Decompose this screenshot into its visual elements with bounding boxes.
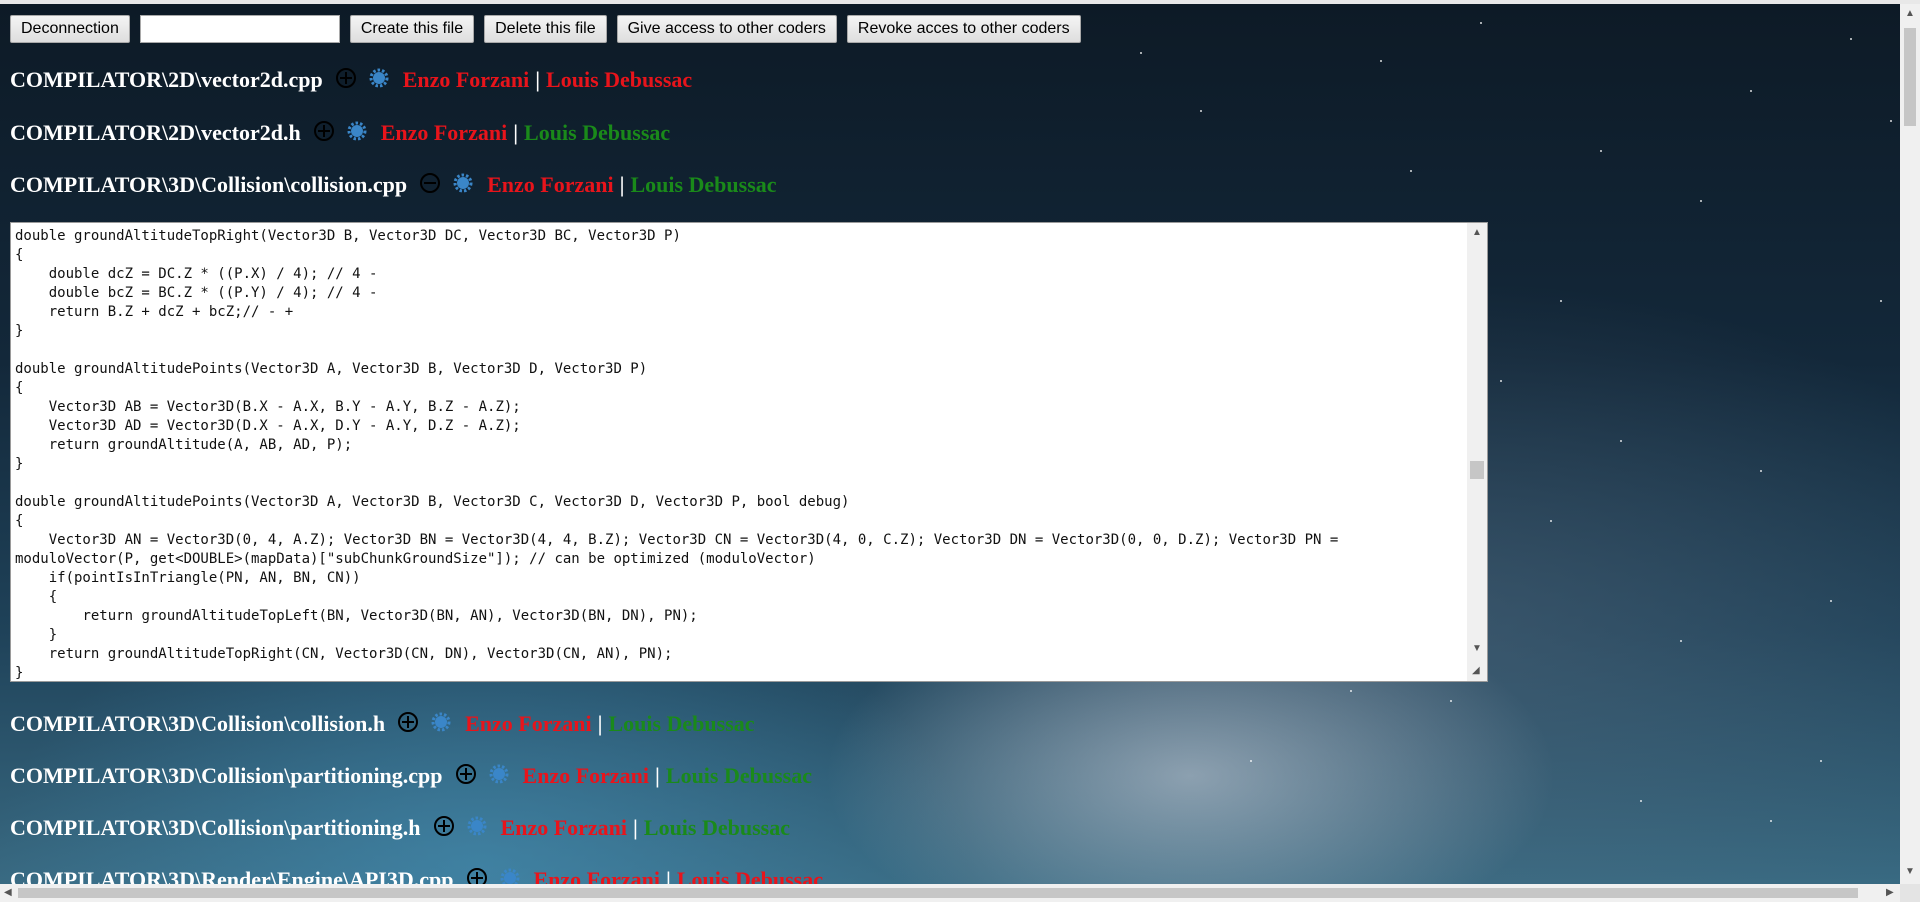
star	[1620, 440, 1622, 442]
file-path[interactable]: COMPILATOR\2D\vector2d.cpp	[10, 67, 323, 93]
star	[1680, 640, 1682, 642]
page-vertical-scrollbar[interactable]: ▲ ▼	[1900, 4, 1920, 884]
give-access-button[interactable]: Give access to other coders	[616, 15, 837, 43]
delete-file-button[interactable]: Delete this file	[484, 15, 607, 43]
editor-scroll-thumb[interactable]	[1470, 461, 1484, 479]
star	[1850, 38, 1852, 40]
star	[1410, 170, 1412, 172]
coder-name[interactable]: Enzo Forzani	[381, 120, 508, 145]
toolbar: Deconnection Create this file Delete thi…	[10, 14, 1091, 44]
collapse-icon[interactable]	[419, 172, 441, 199]
star	[1880, 300, 1882, 302]
file-row: COMPILATOR\2D\vector2d.h Enzo Forzani | Lo…	[10, 118, 670, 148]
star	[1640, 800, 1642, 802]
separator: |	[597, 711, 603, 736]
star	[1250, 760, 1252, 762]
coders-list: Enzo Forzani | Louis Debussac	[523, 763, 812, 789]
coder-name[interactable]: Enzo Forzani	[465, 711, 592, 736]
star	[1830, 600, 1832, 602]
file-path[interactable]: COMPILATOR\3D\Collision\collision.cpp	[10, 172, 407, 198]
star	[1560, 300, 1562, 302]
page-scroll-left-icon[interactable]: ◀	[4, 887, 12, 898]
file-row: COMPILATOR\2D\vector2d.cpp Enzo Forzani |…	[10, 65, 692, 95]
star	[1380, 60, 1382, 62]
coder-name[interactable]: Louis Debussac	[666, 763, 812, 788]
expand-icon[interactable]	[335, 67, 357, 94]
file-path[interactable]: COMPILATOR\3D\Collision\partitioning.cpp	[10, 763, 443, 789]
page-hscroll-thumb[interactable]	[18, 888, 1858, 898]
expand-icon[interactable]	[397, 711, 419, 738]
coder-name[interactable]: Louis Debussac	[524, 120, 670, 145]
settings-gear-icon[interactable]	[369, 68, 389, 93]
file-row: COMPILATOR\3D\Collision\collision.h Enzo…	[10, 709, 755, 739]
page-scroll-down-icon[interactable]: ▼	[1905, 866, 1915, 877]
settings-gear-icon[interactable]	[489, 764, 509, 789]
resize-grip-icon[interactable]: ◢	[1472, 665, 1480, 676]
star	[1600, 150, 1602, 152]
scrollbar-corner	[1900, 884, 1920, 902]
file-row: COMPILATOR\3D\Collision\collision.cpp En…	[10, 170, 777, 200]
star	[1200, 110, 1202, 112]
file-row: COMPILATOR\3D\Collision\partitioning.h E…	[10, 813, 790, 843]
coders-list: Enzo Forzani | Louis Debussac	[381, 120, 670, 146]
star	[1500, 380, 1502, 382]
star	[1760, 470, 1762, 472]
star	[1770, 820, 1772, 822]
separator: |	[619, 172, 625, 197]
star	[1700, 200, 1702, 202]
file-path[interactable]: COMPILATOR\3D\Collision\partitioning.h	[10, 815, 421, 841]
coder-name[interactable]: Enzo Forzani	[523, 763, 650, 788]
scroll-down-arrow-icon[interactable]: ▼	[1472, 643, 1482, 654]
star	[1480, 22, 1482, 24]
settings-gear-icon[interactable]	[347, 121, 367, 146]
separator: |	[633, 815, 638, 840]
file-path[interactable]: COMPILATOR\3D\Collision\collision.h	[10, 711, 385, 737]
file-path[interactable]: COMPILATOR\2D\vector2d.h	[10, 120, 301, 146]
coder-name[interactable]: Enzo Forzani	[501, 815, 628, 840]
file-row: COMPILATOR\3D\Collision\partitioning.cpp…	[10, 761, 812, 791]
coder-name[interactable]: Louis Debussac	[546, 67, 692, 92]
separator: |	[513, 120, 519, 145]
coders-list: Enzo Forzani | Louis Debussac	[465, 711, 754, 737]
revoke-access-button[interactable]: Revoke acces to other coders	[846, 15, 1081, 43]
coder-name[interactable]: Louis Debussac	[644, 815, 790, 840]
star	[1450, 700, 1452, 702]
code-content[interactable]: double groundAltitudeTopRight(Vector3D B…	[11, 223, 1487, 681]
star	[1140, 52, 1142, 54]
star	[1820, 760, 1822, 762]
star	[1350, 690, 1352, 692]
window-top-edge	[0, 0, 1920, 4]
code-editor[interactable]: double groundAltitudeTopRight(Vector3D B…	[10, 222, 1488, 682]
coders-list: Enzo Forzani | Louis Debussac	[501, 815, 790, 841]
page-scroll-up-icon[interactable]: ▲	[1905, 8, 1915, 19]
settings-gear-icon[interactable]	[467, 816, 487, 841]
star	[1750, 90, 1752, 92]
settings-gear-icon[interactable]	[431, 712, 451, 737]
expand-icon[interactable]	[313, 120, 335, 147]
star	[1550, 520, 1552, 522]
page-scroll-thumb[interactable]	[1904, 28, 1916, 126]
star	[1890, 120, 1892, 122]
page-horizontal-scrollbar[interactable]: ◀ ▶	[0, 884, 1900, 902]
coder-name[interactable]: Enzo Forzani	[487, 172, 614, 197]
expand-icon[interactable]	[455, 763, 477, 790]
coder-name[interactable]: Louis Debussac	[608, 711, 754, 736]
scroll-up-arrow-icon[interactable]: ▲	[1472, 227, 1482, 238]
page-scroll-right-icon[interactable]: ▶	[1886, 887, 1894, 898]
create-file-button[interactable]: Create this file	[349, 15, 475, 43]
coders-list: Enzo Forzani | Louis Debussac	[487, 172, 776, 198]
filename-input[interactable]	[139, 15, 340, 43]
separator: |	[655, 763, 660, 788]
coder-name[interactable]: Louis Debussac	[630, 172, 776, 197]
coder-name[interactable]: Enzo Forzani	[403, 67, 530, 92]
separator: |	[535, 67, 541, 92]
disconnect-button[interactable]: Deconnection	[10, 15, 130, 43]
coders-list: Enzo Forzani | Louis Debussac	[403, 67, 692, 93]
expand-icon[interactable]	[433, 815, 455, 842]
editor-scrollbar[interactable]: ▲ ▼ ◢	[1467, 223, 1487, 681]
settings-gear-icon[interactable]	[453, 173, 473, 198]
